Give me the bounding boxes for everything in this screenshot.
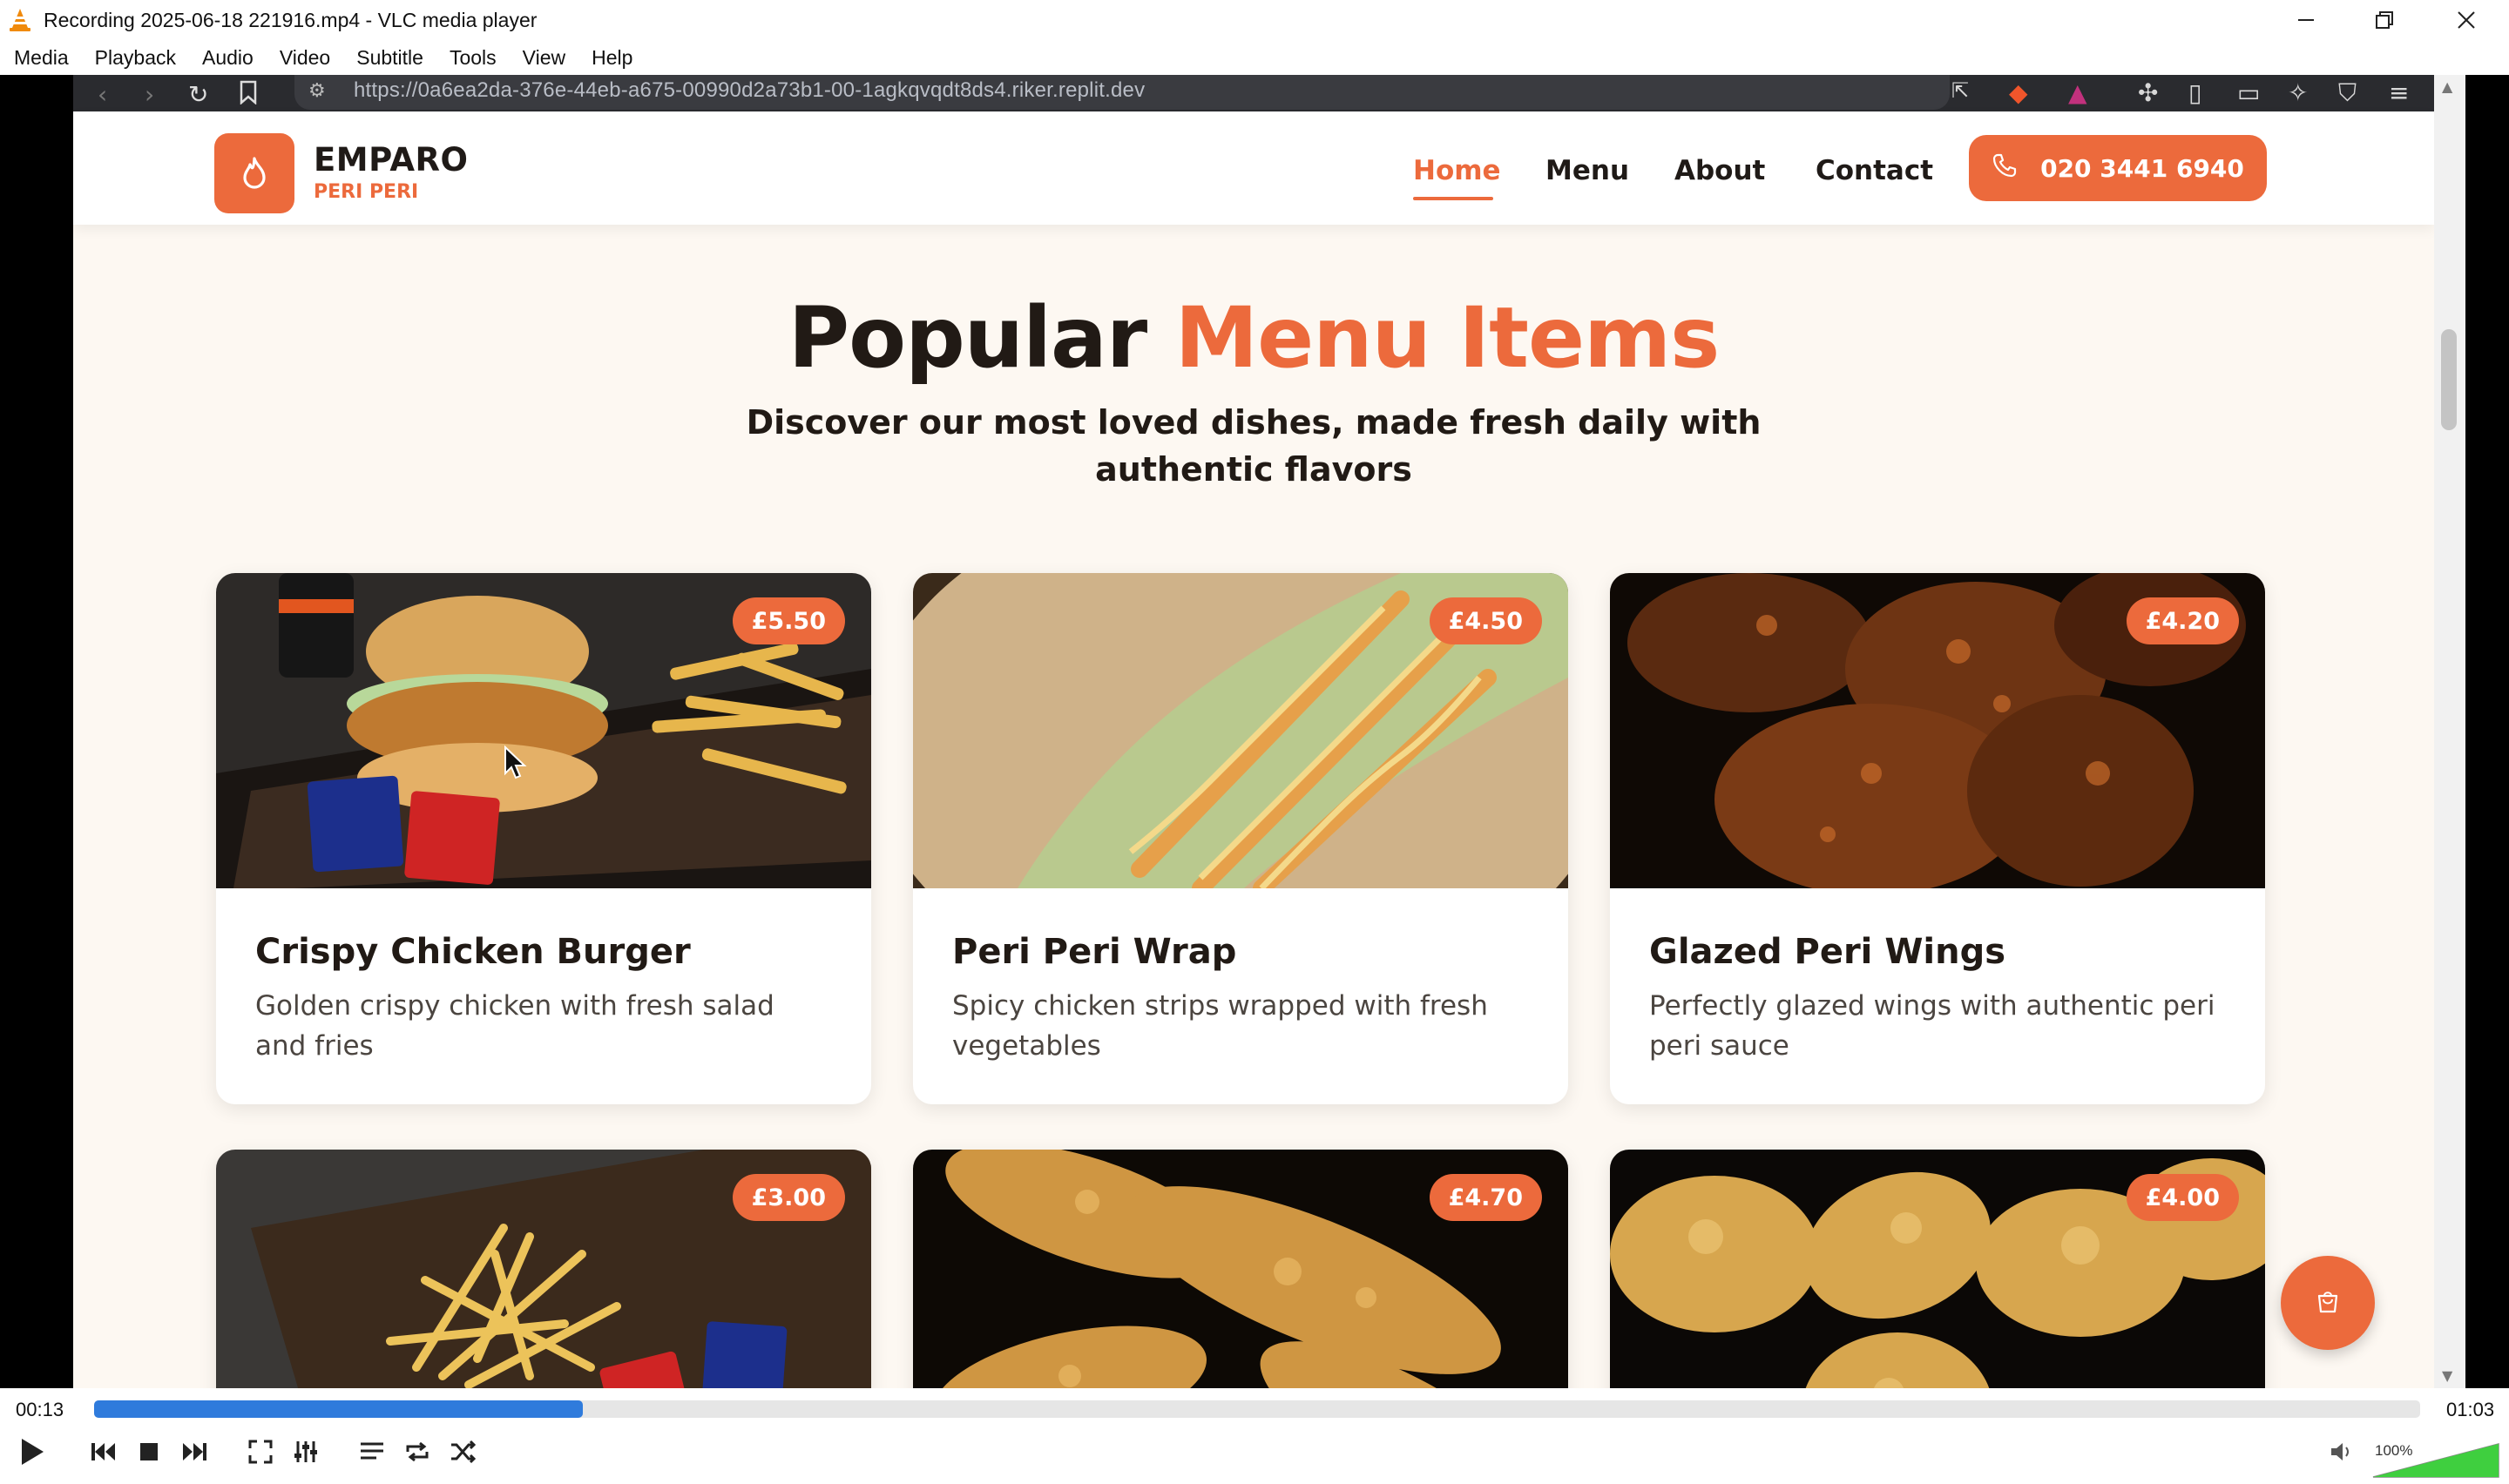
seek-bar[interactable] [94,1400,2420,1418]
loop-icon[interactable] [397,1432,437,1472]
vlc-cone-icon [7,7,33,33]
price-badge: £4.20 [2126,597,2239,644]
active-nav-underline [1413,197,1493,200]
item-description: Perfectly glazed wings with authentic pe… [1649,990,2215,1062]
heading-accent: Menu Items [1174,289,1721,387]
menu-audio[interactable]: Audio [202,46,254,70]
menu-media[interactable]: Media [14,46,69,70]
playlist-icon[interactable] [352,1432,392,1472]
menu-video[interactable]: Video [280,46,330,70]
video-frame: ‹ › ↻ ⚙ https://0a6ea2da-376e-44eb-a675-… [73,75,2434,1388]
menu-help[interactable]: Help [592,46,632,70]
leo-ai-icon: ✧ [2288,78,2309,107]
price-badge: £5.50 [732,597,845,644]
logo-subtitle: PERI PERI [314,181,419,203]
vlc-menubar: Media Playback Audio Video Subtitle Tool… [0,40,2509,75]
item-name: Crispy Chicken Burger [255,932,691,972]
extended-settings-icon[interactable] [286,1432,326,1472]
vpn-icon: ⛉ [2338,78,2357,107]
logo-name[interactable]: EMPARO [314,141,468,179]
scroll-up-icon[interactable]: ▲ [2442,78,2452,95]
cart-button[interactable] [2281,1256,2375,1350]
menu-card[interactable]: £5.50 Crispy Chicken Burger Golden crisp… [216,573,871,1104]
minimize-icon[interactable] [2267,0,2345,40]
menu-subtitle[interactable]: Subtitle [356,46,423,70]
menu-card[interactable]: £3.00 [216,1150,871,1388]
price-badge: £4.00 [2126,1174,2239,1221]
phone-button[interactable]: 020 3441 6940 [1969,135,2267,201]
item-name: Peri Peri Wrap [952,932,1237,972]
player-controls: 00:13 01:03 100% [0,1388,2509,1484]
close-icon[interactable] [2427,0,2506,40]
volume-icon[interactable] [2323,1432,2363,1472]
menu-playback[interactable]: Playback [95,46,176,70]
seek-progress [94,1400,583,1418]
stop-icon[interactable] [129,1432,169,1472]
forward-icon: › [145,80,155,109]
nav-about[interactable]: About [1674,155,1765,186]
burger-photo: £5.50 [216,573,871,888]
site-settings-icon: ⚙ [308,80,326,102]
nav-home[interactable]: Home [1413,155,1501,186]
video-area[interactable]: ‹ › ↻ ⚙ https://0a6ea2da-376e-44eb-a675-… [0,75,2509,1388]
wrap-photo: £4.50 [913,573,1568,888]
brave-shield-icon: ◆ [2009,78,2028,107]
section-heading: Popular Menu Items [73,289,2434,387]
volume-slider[interactable] [2371,1442,2500,1482]
back-icon: ‹ [98,80,108,109]
menu-card[interactable]: £4.50 Peri Peri Wrap Spicy chicken strip… [913,573,1568,1104]
extensions-icon: ✣ [2138,78,2159,107]
menu-tools[interactable]: Tools [450,46,497,70]
chicken-strips-photo: £4.70 [913,1150,1568,1388]
total-time: 01:03 [2446,1399,2495,1420]
restore-icon[interactable] [2345,0,2424,40]
price-badge: £4.70 [1429,1174,1542,1221]
section-subheading: Discover our most loved dishes, made fre… [746,403,1762,489]
bookmark-icon [239,80,258,111]
next-icon[interactable] [174,1432,214,1472]
mouse-cursor-icon [504,745,528,784]
wings-photo: £4.20 [1610,573,2265,888]
menu-card[interactable]: £4.00 [1610,1150,2265,1388]
page-scrollbar[interactable]: ▲ ▼ [2434,75,2465,1388]
scrollbar-thumb[interactable] [2441,329,2457,430]
window-titlebar: Recording 2025-06-18 221916.mp4 - VLC me… [0,0,2509,40]
brave-rewards-icon: ▲ [2068,78,2087,107]
phone-number: 020 3441 6940 [2040,153,2244,183]
nav-contact[interactable]: Contact [1816,155,1933,186]
fullscreen-icon[interactable] [240,1432,281,1472]
elapsed-time: 00:13 [16,1399,64,1420]
shopping-bag-icon [2315,1288,2341,1318]
nav-menu[interactable]: Menu [1545,155,1629,186]
item-name: Glazed Peri Wings [1649,932,2006,972]
heading-plain: Popular [788,289,1147,387]
menu-view[interactable]: View [523,46,565,70]
item-description: Spicy chicken strips wrapped with fresh … [952,990,1488,1062]
browser-toolbar: ‹ › ↻ ⚙ https://0a6ea2da-376e-44eb-a675-… [73,75,2434,111]
price-badge: £3.00 [732,1174,845,1221]
menu-card[interactable]: £4.70 [913,1150,1568,1388]
sidebar-icon: ▯ [2188,78,2202,107]
item-description: Golden crispy chicken with fresh salad a… [255,990,774,1062]
site-header: EMPARO PERI PERI Home Menu About Contact… [73,111,2434,225]
flame-icon[interactable] [214,133,294,213]
play-icon[interactable] [12,1432,52,1472]
shuffle-icon[interactable] [443,1432,483,1472]
browser-menu-icon: ≡ [2389,78,2410,107]
nuggets-photo: £4.00 [1610,1150,2265,1388]
menu-card[interactable]: £4.20 Glazed Peri Wings Perfectly glazed… [1610,573,2265,1104]
wallet-icon: ▭ [2237,78,2261,107]
reload-icon: ↻ [188,80,209,109]
previous-icon[interactable] [84,1432,124,1472]
window-title: Recording 2025-06-18 221916.mp4 - VLC me… [44,8,538,31]
phone-icon [1992,152,2018,185]
fries-photo: £3.00 [216,1150,871,1388]
price-badge: £4.50 [1429,597,1542,644]
share-icon: ⇱ [1951,78,1970,103]
scroll-down-icon[interactable]: ▼ [2442,1367,2452,1384]
address-url: https://0a6ea2da-376e-44eb-a675-00990d2a… [354,78,1146,102]
